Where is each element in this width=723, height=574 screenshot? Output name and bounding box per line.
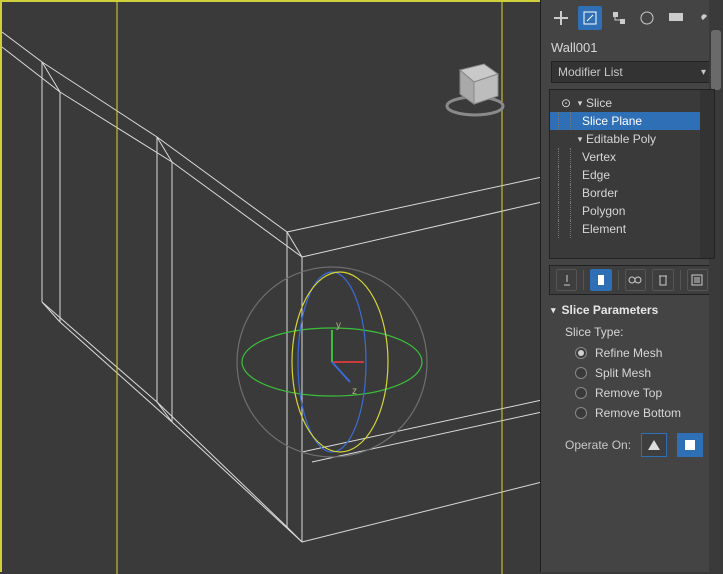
rollout-title: Slice Parameters bbox=[562, 303, 659, 317]
pin-stack-button[interactable] bbox=[556, 269, 577, 291]
stack-label: Edge bbox=[582, 168, 610, 182]
modify-tab[interactable] bbox=[578, 6, 603, 30]
stack-label: Border bbox=[582, 186, 618, 200]
stack-item-slice-plane[interactable]: Slice Plane bbox=[550, 112, 700, 130]
radio-remove-top[interactable]: Remove Top bbox=[565, 383, 713, 403]
chevron-down-icon: ▾ bbox=[551, 305, 556, 316]
radio-icon bbox=[575, 347, 587, 359]
modifier-stack[interactable]: ⊙ ▾ Slice Slice Plane ▾ Editable Poly Ve… bbox=[549, 89, 715, 259]
stack-item-vertex[interactable]: Vertex bbox=[550, 148, 700, 166]
stack-item-border[interactable]: Border bbox=[550, 184, 700, 202]
radio-icon bbox=[575, 387, 587, 399]
operate-on-face-button[interactable] bbox=[641, 433, 667, 457]
radio-label: Remove Bottom bbox=[595, 406, 681, 420]
radio-remove-bottom[interactable]: Remove Bottom bbox=[565, 403, 713, 423]
stack-item-slice[interactable]: ⊙ ▾ Slice bbox=[550, 94, 700, 112]
stack-label: Element bbox=[582, 222, 626, 236]
remove-modifier-button[interactable] bbox=[652, 269, 673, 291]
make-unique-button[interactable] bbox=[625, 269, 646, 291]
stack-item-polygon[interactable]: Polygon bbox=[550, 202, 700, 220]
radio-icon bbox=[575, 407, 587, 419]
slice-type-label: Slice Type: bbox=[565, 323, 713, 343]
modifier-list-dropdown[interactable]: Modifier List ▾ bbox=[551, 61, 713, 83]
separator bbox=[583, 270, 584, 290]
stack-toolbar bbox=[549, 265, 715, 295]
panel-scrollbar[interactable] bbox=[709, 0, 723, 572]
operate-on-poly-button[interactable] bbox=[677, 433, 703, 457]
radio-icon bbox=[575, 367, 587, 379]
stack-item-edge[interactable]: Edge bbox=[550, 166, 700, 184]
radio-refine-mesh[interactable]: Refine Mesh bbox=[565, 343, 713, 363]
motion-tab[interactable] bbox=[635, 6, 660, 30]
stack-label: Slice bbox=[586, 96, 612, 110]
show-end-result-button[interactable] bbox=[590, 269, 611, 291]
viewport[interactable]: y z bbox=[0, 0, 540, 572]
command-panel-tabs bbox=[541, 0, 723, 36]
hierarchy-tab[interactable] bbox=[606, 6, 631, 30]
stack-label: Editable Poly bbox=[586, 132, 656, 146]
stack-label: Polygon bbox=[582, 204, 625, 218]
radio-split-mesh[interactable]: Split Mesh bbox=[565, 363, 713, 383]
expand-arrow-icon[interactable]: ▾ bbox=[574, 98, 586, 109]
separator bbox=[618, 270, 619, 290]
command-panel: Wall001 Modifier List ▾ ⊙ ▾ Slice Slice … bbox=[540, 0, 723, 572]
expand-arrow-icon[interactable]: ▾ bbox=[574, 134, 586, 145]
display-tab[interactable] bbox=[664, 6, 689, 30]
configure-modifier-sets-button[interactable] bbox=[687, 269, 708, 291]
stack-scrollbar[interactable] bbox=[700, 90, 714, 258]
radio-label: Refine Mesh bbox=[595, 346, 662, 360]
rollout-header[interactable]: ▾ Slice Parameters bbox=[551, 303, 713, 317]
create-tab[interactable] bbox=[549, 6, 574, 30]
chevron-down-icon: ▾ bbox=[701, 67, 706, 78]
stack-label: Vertex bbox=[582, 150, 616, 164]
stack-item-element[interactable]: Element bbox=[550, 220, 700, 238]
separator bbox=[680, 270, 681, 290]
object-name-field[interactable]: Wall001 bbox=[541, 36, 723, 61]
stack-item-editable-poly[interactable]: ▾ Editable Poly bbox=[550, 130, 700, 148]
viewcube[interactable] bbox=[440, 52, 510, 122]
radio-label: Remove Top bbox=[595, 386, 662, 400]
modifier-list-label: Modifier List bbox=[558, 65, 623, 79]
operate-on-label: Operate On: bbox=[565, 438, 631, 452]
stack-label: Slice Plane bbox=[582, 114, 642, 128]
radio-label: Split Mesh bbox=[595, 366, 651, 380]
axis-label-z: z bbox=[352, 386, 357, 397]
visibility-toggle-icon[interactable]: ⊙ bbox=[558, 96, 574, 110]
slice-parameters-rollout: ▾ Slice Parameters Slice Type: Refine Me… bbox=[551, 303, 713, 461]
axis-label-y: y bbox=[336, 320, 341, 331]
